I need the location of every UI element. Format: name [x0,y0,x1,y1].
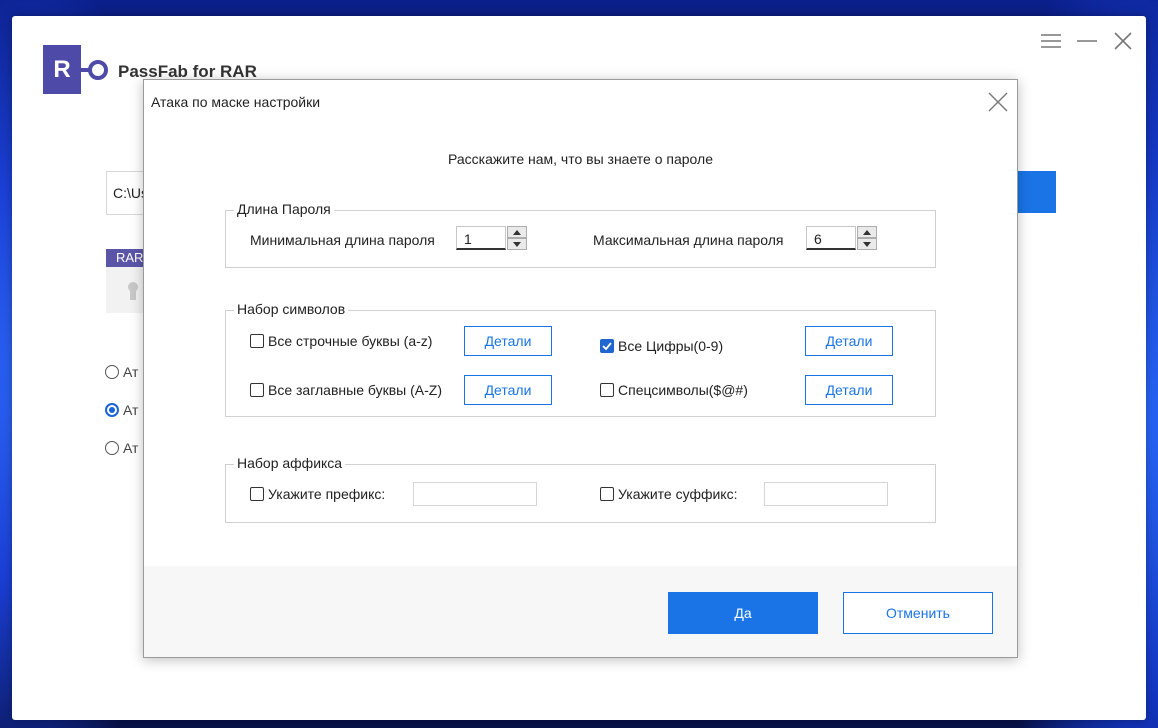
decrement-button[interactable] [507,238,527,250]
min-length-value[interactable]: 1 [456,226,506,250]
lock-icon [128,282,138,300]
dialog-title: Атака по маске настройки [151,94,321,110]
special-label: Спецсимволы($@#) [618,382,748,398]
dialog-close-button[interactable] [987,91,1009,113]
lowercase-details-button[interactable]: Детали [464,326,552,356]
digits-checkbox[interactable] [600,339,614,353]
suffix-label: Укажите суффикс: [618,486,738,502]
special-details-button[interactable]: Детали [805,375,893,405]
spinner-buttons [507,226,527,250]
max-length-value[interactable]: 6 [806,226,856,250]
dialog-titlebar: Атака по маске настройки [144,80,1017,123]
decrement-button[interactable] [857,238,877,250]
uppercase-option[interactable]: Все заглавные буквы (A-Z) [250,382,442,398]
radio-button[interactable] [105,441,119,455]
hamburger-icon [1041,34,1061,48]
cancel-button[interactable]: Отменить [843,592,993,634]
radio-button[interactable] [105,365,119,379]
arrow-up-icon [513,229,521,235]
increment-button[interactable] [507,226,527,238]
key-icon [76,60,108,80]
lowercase-option[interactable]: Все строчные буквы (a-z) [250,333,432,349]
min-length-label: Минимальная длина пароля [250,232,435,248]
minimize-icon [1077,40,1097,42]
spinner-buttons [857,226,877,250]
suffix-checkbox[interactable] [600,487,614,501]
group-legend: Набор символов [234,301,349,317]
uppercase-details-button[interactable]: Детали [464,375,552,405]
digits-option[interactable]: Все Цифры(0-9) [600,338,723,354]
uppercase-label: Все заглавные буквы (A-Z) [268,382,442,398]
prefix-label: Укажите префикс: [268,486,386,502]
close-icon [988,92,1008,112]
window-controls [1040,30,1134,52]
arrow-up-icon [863,229,871,235]
attack-option-2[interactable]: Ат [105,402,138,418]
attack-option-label: Ат [123,440,139,456]
minimize-button[interactable] [1076,30,1098,52]
special-checkbox[interactable] [600,383,614,397]
affix-group: Набор аффикса Укажите префикс: Укажите с… [225,455,936,523]
menu-button[interactable] [1040,30,1062,52]
uppercase-checkbox[interactable] [250,383,264,397]
lowercase-label: Все строчные буквы (a-z) [268,333,433,349]
attack-option-3[interactable]: Ат [105,440,138,456]
dialog-body: Расскажите нам, что вы знаете о пароле Д… [144,123,1017,566]
password-length-group: Длина Пароля Минимальная длина пароля 1 … [225,201,936,268]
special-option[interactable]: Спецсимволы($@#) [600,382,748,398]
digits-details-button[interactable]: Детали [805,326,893,356]
attack-option-label: Ат [123,402,139,418]
suffix-input[interactable] [764,482,888,506]
mask-attack-dialog: Атака по маске настройки Расскажите нам,… [143,79,1018,658]
rar-badge: RAR [106,249,146,267]
prefix-input[interactable] [413,482,537,506]
close-icon [1114,32,1132,50]
close-button[interactable] [1112,30,1134,52]
min-length-spinner[interactable]: 1 [456,226,527,250]
suffix-option[interactable]: Укажите суффикс: [600,486,737,502]
digits-label: Все Цифры(0-9) [618,338,724,354]
max-length-label: Максимальная длина пароля [593,232,784,248]
arrow-down-icon [513,241,521,247]
lowercase-checkbox[interactable] [250,334,264,348]
group-legend: Длина Пароля [234,201,334,217]
attack-option-label: Ат [123,364,139,380]
radio-button-selected[interactable] [105,403,119,417]
file-info-panel [106,267,146,313]
checkmark-icon [602,342,612,351]
prefix-option[interactable]: Укажите префикс: [250,486,385,502]
max-length-spinner[interactable]: 6 [806,226,877,250]
attack-option-1[interactable]: Ат [105,364,138,380]
prefix-checkbox[interactable] [250,487,264,501]
increment-button[interactable] [857,226,877,238]
app-logo-letter: R [53,55,71,83]
arrow-down-icon [863,241,871,247]
ok-button[interactable]: Да [668,592,818,634]
dialog-prompt: Расскажите нам, что вы знаете о пароле [448,151,713,167]
group-legend: Набор аффикса [234,455,346,471]
charset-group: Набор символов Все строчные буквы (a-z) … [225,301,936,417]
